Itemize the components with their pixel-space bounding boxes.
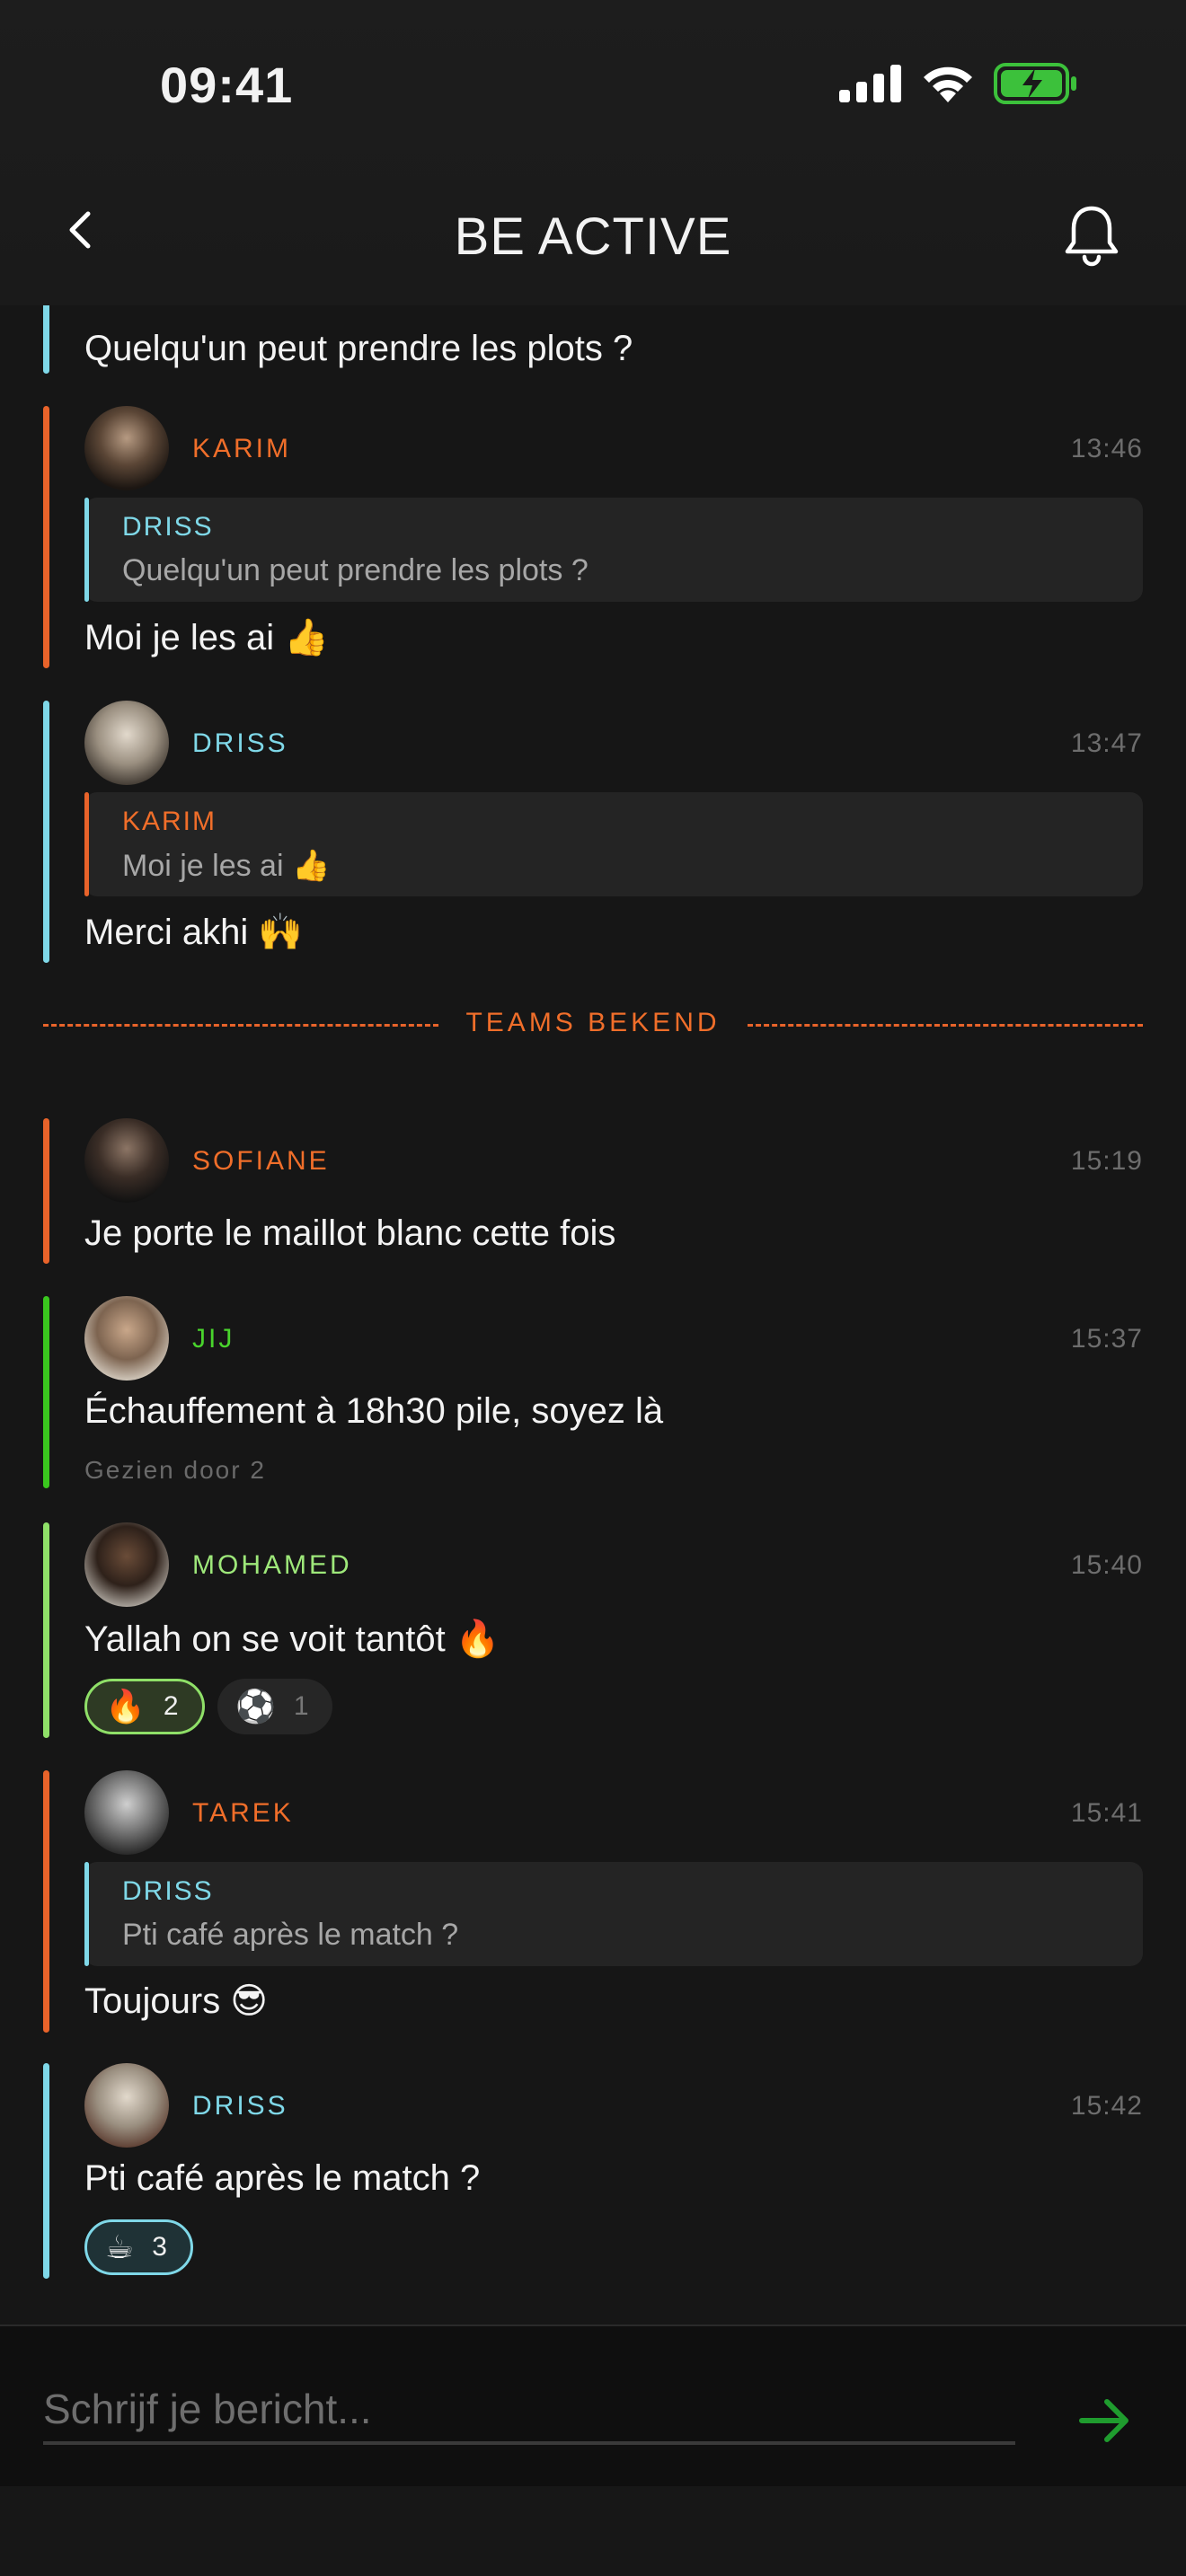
message-item: JIJ 15:37 Échauffement à 18h30 pile, soy… bbox=[43, 1296, 1143, 1488]
message-item: SOFIANE 15:19 Je porte le maillot blanc … bbox=[43, 1118, 1143, 1264]
quote-accent-bar bbox=[84, 498, 89, 602]
message-time: 15:40 bbox=[1070, 1550, 1143, 1580]
message-item: DRISS 13:47 KARIM Moi je les ai 👍 Merci … bbox=[43, 701, 1143, 963]
arrow-right-icon[interactable] bbox=[1073, 2389, 1136, 2452]
message-input[interactable] bbox=[43, 2377, 1015, 2445]
status-time: 09:41 bbox=[160, 57, 294, 113]
sender-name: KARIM bbox=[192, 434, 292, 463]
message-item: MOHAMED 15:40 Yallah on se voit tantôt 🔥… bbox=[43, 1522, 1143, 1738]
avatar[interactable] bbox=[84, 1770, 169, 1855]
avatar[interactable] bbox=[84, 1522, 169, 1607]
status-icons bbox=[839, 63, 1078, 104]
reaction-chip-soccer[interactable]: ⚽ 1 bbox=[217, 1679, 332, 1734]
quote-sender: DRISS bbox=[122, 1876, 214, 1906]
date-divider: TEAMS BEKEND bbox=[43, 1004, 1143, 1044]
message-time: 15:37 bbox=[1070, 1324, 1143, 1354]
sender-name: JIJ bbox=[192, 1324, 235, 1354]
message-header: TAREK 15:41 bbox=[84, 1770, 1143, 1855]
message-time: 15:42 bbox=[1070, 2091, 1143, 2121]
message-accent-bar bbox=[43, 406, 49, 668]
message-header: DRISS 13:47 bbox=[84, 701, 1143, 785]
coffee-icon: ☕ bbox=[105, 2228, 135, 2265]
message-accent-bar bbox=[43, 1770, 49, 2033]
quoted-message[interactable]: DRISS Pti café après le match ? bbox=[84, 1862, 1143, 1966]
message-time: 15:41 bbox=[1070, 1798, 1143, 1828]
signal-icon bbox=[839, 65, 901, 102]
sender-name: DRISS bbox=[192, 728, 288, 758]
message-accent-bar bbox=[43, 701, 49, 963]
seen-by-label: Gezien door 2 bbox=[84, 1456, 266, 1484]
message-text: Toujours 😎 bbox=[84, 1981, 269, 2021]
message-accent-bar bbox=[43, 1296, 49, 1488]
quote-text: Moi je les ai 👍 bbox=[122, 849, 331, 883]
sender-name: TAREK bbox=[192, 1798, 294, 1828]
avatar[interactable] bbox=[84, 406, 169, 490]
message-text: Quelqu'un peut prendre les plots ? bbox=[84, 329, 633, 368]
battery-charging-icon bbox=[994, 63, 1076, 104]
message-header: DRISS 15:42 bbox=[84, 2063, 1143, 2148]
sender-name: MOHAMED bbox=[192, 1550, 352, 1580]
avatar[interactable] bbox=[84, 2063, 169, 2148]
message-text: Je porte le maillot blanc cette fois bbox=[84, 1213, 616, 1253]
message-header: KARIM 13:46 bbox=[84, 406, 1143, 490]
avatar[interactable] bbox=[84, 701, 169, 785]
sender-name: SOFIANE bbox=[192, 1146, 330, 1176]
message-text: Pti café après le match ? bbox=[84, 2158, 481, 2198]
soccer-ball-icon: ⚽ bbox=[235, 1688, 276, 1725]
reaction-chip-coffee[interactable]: ☕ 3 bbox=[84, 2219, 193, 2275]
message-item: DRISS 15:42 Pti café après le match ? ☕ … bbox=[43, 2063, 1143, 2279]
quoted-message[interactable]: KARIM Moi je les ai 👍 bbox=[84, 792, 1143, 896]
message-header: MOHAMED 15:40 bbox=[84, 1522, 1143, 1607]
fire-icon: 🔥 bbox=[105, 1688, 146, 1725]
message-time: 15:19 bbox=[1070, 1146, 1143, 1176]
reaction-count: 2 bbox=[163, 1691, 179, 1721]
quote-sender: KARIM bbox=[122, 807, 217, 836]
wifi-icon bbox=[924, 66, 972, 102]
quote-text: Quelqu'un peut prendre les plots ? bbox=[122, 553, 589, 587]
avatar[interactable] bbox=[84, 1296, 169, 1381]
sender-name: DRISS bbox=[192, 2091, 288, 2121]
quote-accent-bar bbox=[84, 1862, 89, 1966]
divider-line-right bbox=[748, 1024, 1143, 1027]
page-title: BE ACTIVE bbox=[454, 207, 732, 266]
quote-text: Pti café après le match ? bbox=[122, 1918, 459, 1952]
message-header: JIJ 15:37 bbox=[84, 1296, 1143, 1381]
bottom-safe-area bbox=[0, 2486, 1186, 2576]
message-item: TAREK 15:41 DRISS Pti café après le matc… bbox=[43, 1770, 1143, 2033]
message-text: Yallah on se voit tantôt 🔥 bbox=[84, 1619, 500, 1659]
reaction-count: 3 bbox=[152, 2232, 167, 2262]
reaction-count: 1 bbox=[293, 1691, 309, 1721]
message-header: SOFIANE 15:19 bbox=[84, 1118, 1143, 1203]
top-bar: 09:41 BE ACTIVE bbox=[0, 0, 1186, 305]
quote-accent-bar bbox=[84, 792, 89, 896]
bell-icon[interactable] bbox=[1060, 201, 1123, 269]
message-accent-bar bbox=[43, 1118, 49, 1264]
message-time: 13:46 bbox=[1070, 434, 1143, 463]
message-text: Échauffement à 18h30 pile, soyez là bbox=[84, 1391, 664, 1431]
message-composer bbox=[0, 2325, 1186, 2486]
message-accent-bar bbox=[43, 1522, 49, 1738]
message-item: KARIM 13:46 DRISS Quelqu'un peut prendre… bbox=[43, 406, 1143, 668]
message-time: 13:47 bbox=[1070, 728, 1143, 758]
message-accent-bar bbox=[43, 2063, 49, 2279]
message-text: Merci akhi 🙌 bbox=[84, 913, 304, 952]
divider-label: TEAMS BEKEND bbox=[465, 1008, 721, 1037]
quote-sender: DRISS bbox=[122, 512, 214, 542]
reaction-chip-fire[interactable]: 🔥 2 bbox=[84, 1679, 205, 1734]
message-text: Moi je les ai 👍 bbox=[84, 618, 330, 657]
avatar[interactable] bbox=[84, 1118, 169, 1203]
quoted-message[interactable]: DRISS Quelqu'un peut prendre les plots ? bbox=[84, 498, 1143, 602]
